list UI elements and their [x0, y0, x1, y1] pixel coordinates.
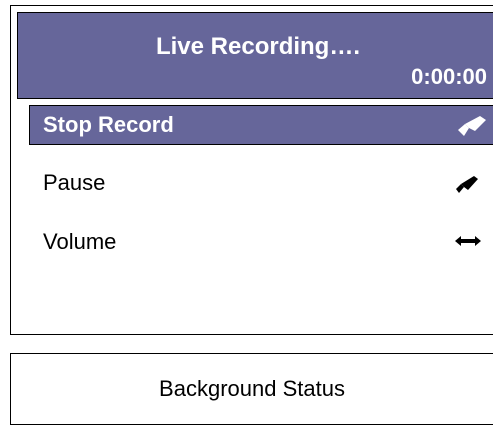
recording-title: Live Recording….	[155, 33, 361, 60]
menu-item-stop-record[interactable]: Stop Record	[29, 105, 493, 145]
status-bar: Background Status	[10, 353, 493, 425]
menu-item-pause[interactable]: Pause	[29, 163, 493, 203]
arrow-down-left-icon	[454, 172, 482, 201]
menu-item-label: Volume	[43, 229, 117, 254]
menu-item-label: Pause	[43, 170, 106, 195]
arrow-down-left-icon	[454, 114, 490, 143]
status-label: Background Status	[159, 376, 345, 401]
arrow-left-right-icon	[454, 234, 482, 253]
recording-timer: 0:00:00	[411, 64, 487, 89]
menu-item-label: Stop Record	[43, 112, 174, 137]
main-panel: Live Recording…. 0:00:00 Stop Record Pau…	[10, 5, 493, 335]
menu-item-volume[interactable]: Volume	[29, 222, 493, 262]
recording-header: Live Recording…. 0:00:00	[17, 12, 493, 99]
